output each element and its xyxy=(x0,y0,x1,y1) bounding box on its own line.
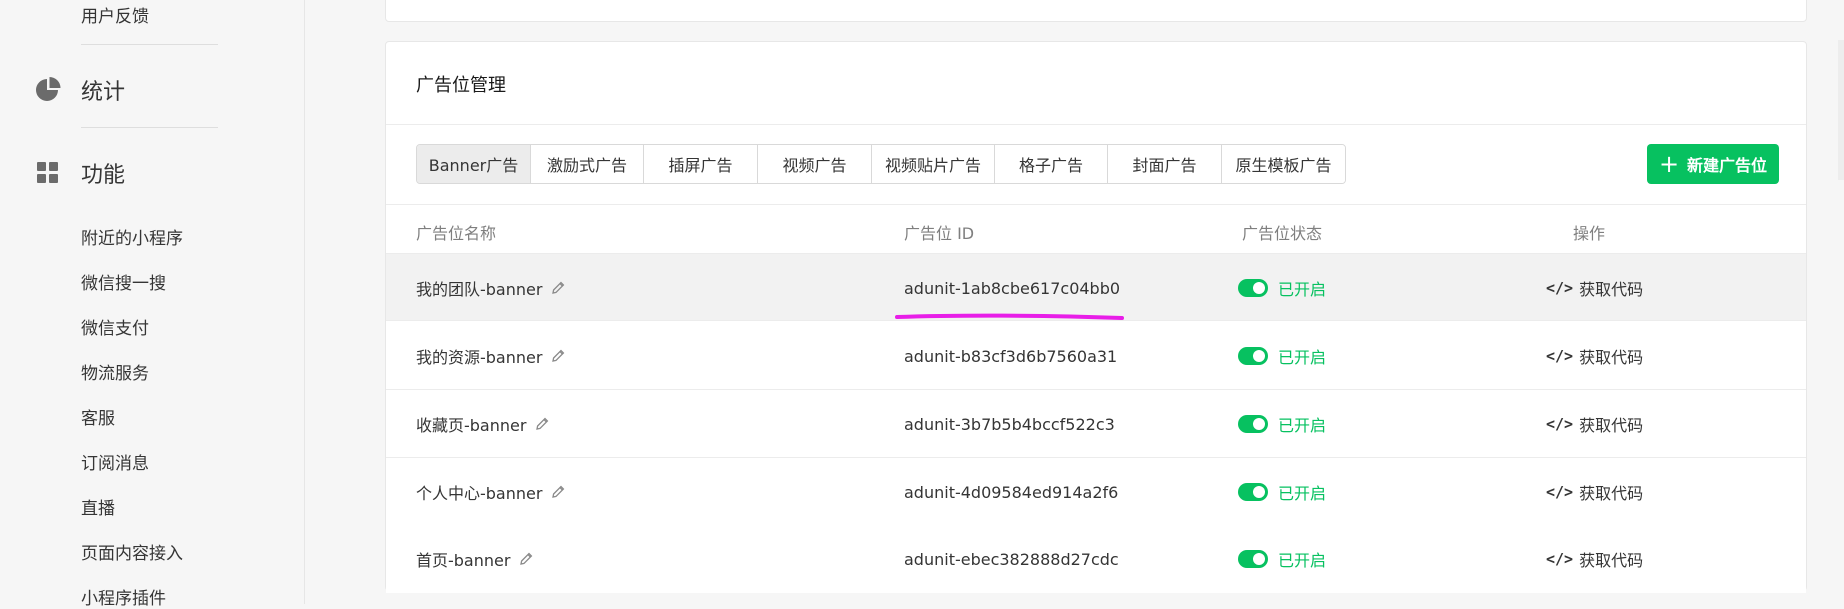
status-text: 已开启 xyxy=(1278,348,1327,367)
ad-unit-name: 首页-banner xyxy=(416,551,511,570)
sidebar-group-features[interactable]: 功能 xyxy=(34,155,125,191)
get-code-link[interactable]: </> 获取代码 xyxy=(1546,547,1643,571)
sidebar-group-stats[interactable]: 统计 xyxy=(34,72,125,108)
sidebar-item-customer-service[interactable]: 客服 xyxy=(81,404,115,429)
new-ad-unit-button[interactable]: + 新建广告位 xyxy=(1647,144,1779,184)
ad-unit-id: adunit-4d09584ed914a2f6 xyxy=(904,482,1119,502)
edit-pencil-icon[interactable] xyxy=(534,416,550,432)
plus-icon: + xyxy=(1658,150,1680,178)
get-code-label: 获取代码 xyxy=(1579,484,1644,503)
ad-unit-name: 我的团队-banner xyxy=(416,280,543,299)
tab-rewarded[interactable]: 激励式广告 xyxy=(531,145,644,183)
previous-card xyxy=(385,0,1807,22)
tab-native-template[interactable]: 原生模板广告 xyxy=(1222,145,1345,183)
status-cell: 已开启 xyxy=(1238,390,1326,458)
edit-pencil-icon[interactable] xyxy=(550,348,566,364)
status-cell: 已开启 xyxy=(1238,322,1326,390)
sidebar-divider xyxy=(81,44,218,45)
column-header-id: 广告位 ID xyxy=(904,224,975,243)
sidebar-item-wechat-search[interactable]: 微信搜一搜 xyxy=(81,269,166,294)
sidebar-item-subscription-message[interactable]: 订阅消息 xyxy=(81,449,149,474)
edit-pencil-icon[interactable] xyxy=(518,551,534,567)
tab-video[interactable]: 视频广告 xyxy=(758,145,872,183)
status-cell: 已开启 xyxy=(1238,458,1326,526)
status-cell: 已开启 xyxy=(1238,254,1326,322)
edit-pencil-icon[interactable] xyxy=(550,484,566,500)
table-row: 我的团队-banner adunit-1ab8cbe617c04bb0 已开启 … xyxy=(386,253,1806,321)
status-cell: 已开启 xyxy=(1238,525,1326,593)
tab-cover[interactable]: 封面广告 xyxy=(1108,145,1222,183)
pie-chart-icon xyxy=(36,77,61,101)
status-text: 已开启 xyxy=(1278,416,1327,435)
get-code-link[interactable]: </> 获取代码 xyxy=(1546,344,1643,368)
sidebar-item-page-content[interactable]: 页面内容接入 xyxy=(81,539,183,564)
status-text: 已开启 xyxy=(1278,484,1327,503)
ad-unit-name: 个人中心-banner xyxy=(416,484,543,503)
table-row: 个人中心-banner adunit-4d09584ed914a2f6 已开启 … xyxy=(386,458,1806,526)
sidebar: 用户反馈 统计 功能 附近的小程序 微信搜一搜 微信支付 物流服务 客服 订阅消… xyxy=(0,0,305,609)
code-icon: </> xyxy=(1546,483,1574,501)
highlight-annotation-stroke xyxy=(895,313,1124,320)
column-header-status: 广告位状态 xyxy=(1242,224,1323,243)
get-code-link[interactable]: </> 获取代码 xyxy=(1546,412,1643,436)
table-row: 我的资源-banner adunit-b83cf3d6b7560a31 已开启 … xyxy=(386,322,1806,390)
get-code-label: 获取代码 xyxy=(1579,416,1644,435)
sidebar-group-label: 功能 xyxy=(81,163,126,188)
get-code-link[interactable]: </> 获取代码 xyxy=(1546,276,1643,300)
code-icon: </> xyxy=(1546,279,1574,297)
tab-grid[interactable]: 格子广告 xyxy=(995,145,1108,183)
sidebar-item-nearby-miniprogram[interactable]: 附近的小程序 xyxy=(81,224,183,249)
status-text: 已开启 xyxy=(1278,280,1327,299)
table-row: 收藏页-banner adunit-3b7b5b4bccf522c3 已开启 <… xyxy=(386,390,1806,458)
ad-type-tabs: Banner广告 激励式广告 插屏广告 视频广告 视频贴片广告 格子广告 封面广… xyxy=(416,144,1346,184)
code-icon: </> xyxy=(1546,550,1574,568)
column-header-name: 广告位名称 xyxy=(416,224,497,243)
status-toggle[interactable] xyxy=(1238,347,1268,365)
sidebar-group-label: 统计 xyxy=(81,80,126,105)
get-code-label: 获取代码 xyxy=(1579,551,1644,570)
status-toggle[interactable] xyxy=(1238,550,1268,568)
tab-interstitial[interactable]: 插屏广告 xyxy=(644,145,758,183)
ad-unit-name: 收藏页-banner xyxy=(416,416,527,435)
ad-unit-id: adunit-3b7b5b4bccf522c3 xyxy=(904,414,1115,434)
edit-pencil-icon[interactable] xyxy=(550,280,566,296)
divider xyxy=(386,124,1806,125)
scrollbar-edge xyxy=(1838,40,1844,180)
sidebar-item-feedback[interactable]: 用户反馈 xyxy=(81,2,149,27)
card-title: 广告位管理 xyxy=(416,75,506,96)
tab-banner[interactable]: Banner广告 xyxy=(417,145,531,183)
grid-icon xyxy=(37,162,58,183)
column-header-actions: 操作 xyxy=(1573,224,1606,243)
status-toggle[interactable] xyxy=(1238,483,1268,501)
sidebar-item-logistics[interactable]: 物流服务 xyxy=(81,359,149,384)
sidebar-item-plugins[interactable]: 小程序插件 xyxy=(81,584,166,609)
new-ad-unit-label: 新建广告位 xyxy=(1687,156,1768,175)
status-text: 已开启 xyxy=(1278,551,1327,570)
ad-unit-name: 我的资源-banner xyxy=(416,348,543,367)
sidebar-item-live[interactable]: 直播 xyxy=(81,494,115,519)
code-icon: </> xyxy=(1546,347,1574,365)
sidebar-item-wechat-pay[interactable]: 微信支付 xyxy=(81,314,149,339)
status-toggle[interactable] xyxy=(1238,279,1268,297)
ad-unit-id: adunit-b83cf3d6b7560a31 xyxy=(904,346,1118,366)
code-icon: </> xyxy=(1546,415,1574,433)
get-code-label: 获取代码 xyxy=(1579,280,1644,299)
status-toggle[interactable] xyxy=(1238,415,1268,433)
get-code-link[interactable]: </> 获取代码 xyxy=(1546,480,1643,504)
ad-unit-id: adunit-ebec382888d27cdc xyxy=(904,549,1119,569)
table-row: 首页-banner adunit-ebec382888d27cdc 已开启 </… xyxy=(386,525,1806,593)
tab-video-patch[interactable]: 视频贴片广告 xyxy=(872,145,995,183)
divider xyxy=(386,204,1806,205)
get-code-label: 获取代码 xyxy=(1579,348,1644,367)
sidebar-divider xyxy=(81,127,218,128)
